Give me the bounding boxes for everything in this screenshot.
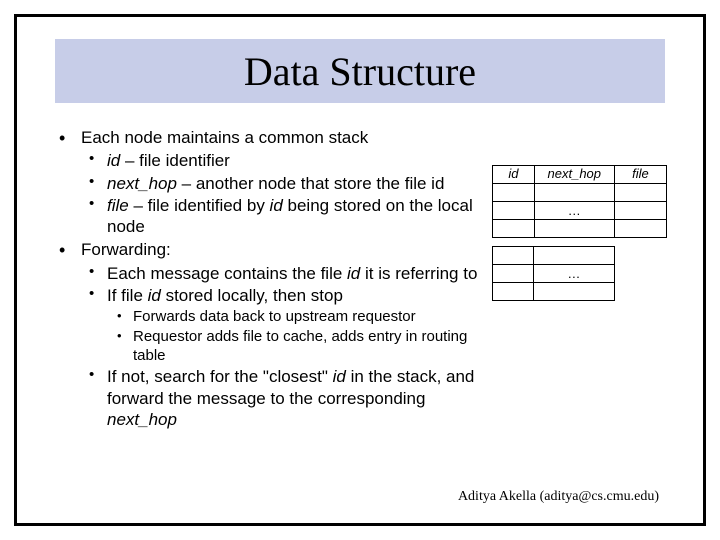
- bullet-2a-pre: Each message contains the file: [107, 264, 347, 283]
- bullet-1a-rest: – file identifier: [120, 151, 230, 170]
- bullet-1c-mid: – file identified by: [129, 196, 270, 215]
- bullet-2: Forwarding: Each message contains the fi…: [53, 239, 482, 430]
- bullet-2a: Each message contains the file id it is …: [81, 263, 482, 284]
- id-term: id: [347, 264, 360, 283]
- title-band: Data Structure: [55, 39, 665, 103]
- vellipsis-icon: …: [534, 202, 614, 220]
- bullet-2b1: Forwards data back to upstream requestor: [107, 308, 482, 327]
- bullet-1b: next_hop – another node that store the f…: [81, 173, 482, 194]
- bullet-2b-pre: If file: [107, 286, 148, 305]
- bullet-2-text: Forwarding:: [81, 240, 171, 259]
- bullet-2c-pre: If not, search for the "closest": [107, 367, 333, 386]
- bullet-1c: file – file identified by id being store…: [81, 195, 482, 238]
- col-id: id: [493, 166, 535, 184]
- slide-content: id next_hop file … … Each node maintains…: [53, 127, 667, 505]
- col-file: file: [614, 166, 666, 184]
- vellipsis-icon: …: [534, 265, 614, 283]
- id-term: id: [107, 151, 120, 170]
- bullet-1b-rest: – another node that store the file id: [177, 174, 444, 193]
- id-term: id: [148, 286, 161, 305]
- bullet-1: Each node maintains a common stack id – …: [53, 127, 482, 237]
- slide-title: Data Structure: [244, 48, 476, 95]
- slide-footer: Aditya Akella (aditya@cs.cmu.edu): [458, 488, 659, 506]
- nexthop-term: next_hop: [107, 174, 177, 193]
- bullet-2a-post: it is referring to: [360, 264, 477, 283]
- bullet-2b-post: stored locally, then stop: [161, 286, 343, 305]
- bullet-1a: id – file identifier: [81, 150, 482, 171]
- id-term: id: [333, 367, 346, 386]
- bullet-2b: If file id stored locally, then stop For…: [81, 285, 482, 366]
- bullet-1-text: Each node maintains a common stack: [81, 128, 368, 147]
- stack-table-lower: …: [492, 246, 615, 301]
- col-nexthop: next_hop: [534, 166, 614, 184]
- bullet-2b2: Requestor adds file to cache, adds entry…: [107, 328, 482, 366]
- slide-frame: Data Structure id next_hop file … …: [14, 14, 706, 526]
- file-term: file: [107, 196, 129, 215]
- nexthop-term: next_hop: [107, 410, 177, 429]
- stack-table-upper: id next_hop file …: [492, 165, 667, 238]
- stack-diagram: id next_hop file … …: [492, 165, 667, 301]
- id-term: id: [270, 196, 283, 215]
- bullet-2c: If not, search for the "closest" id in t…: [81, 366, 482, 430]
